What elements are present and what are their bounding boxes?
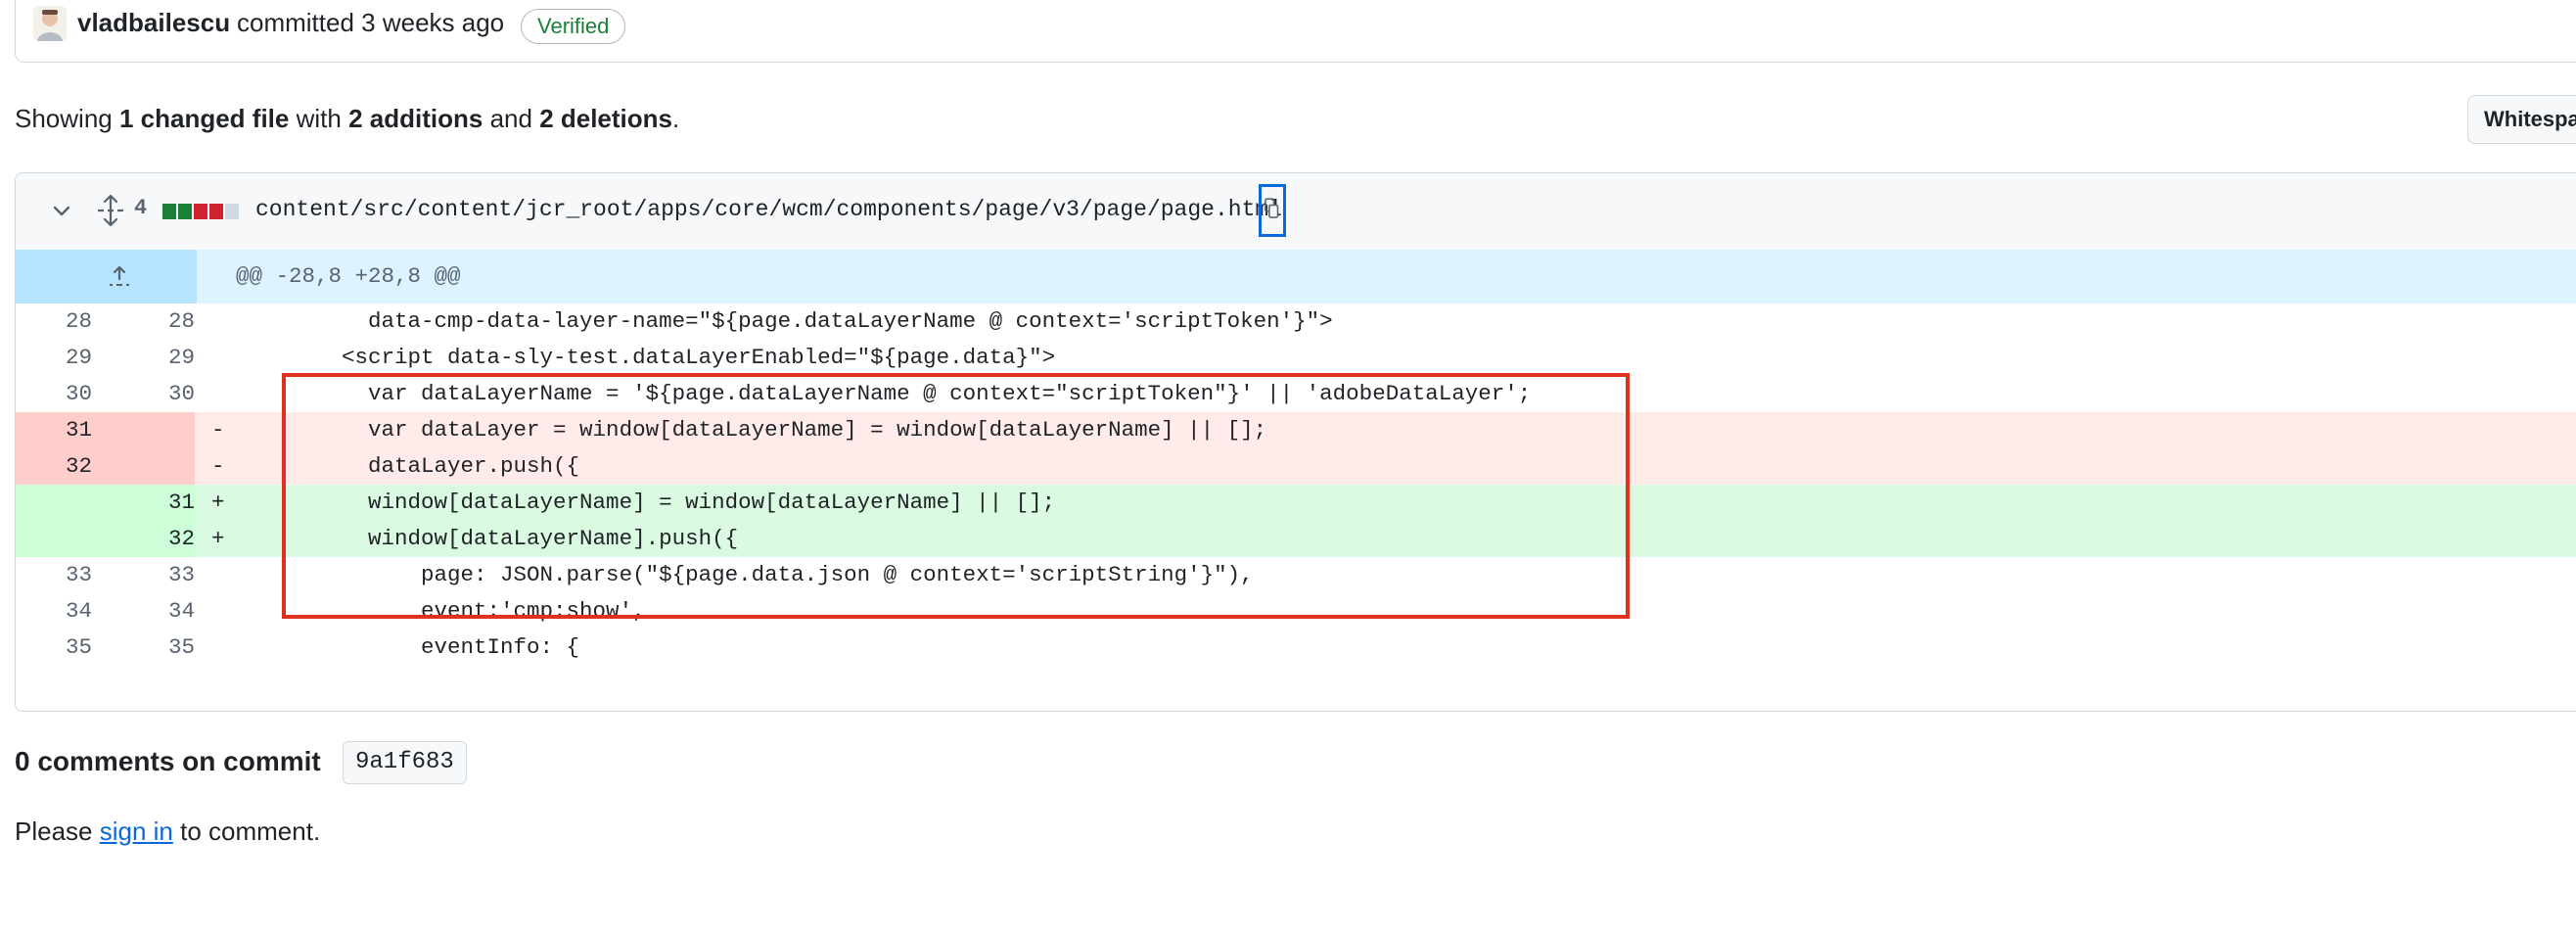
diff-sign: + [211, 490, 225, 515]
old-line-number[interactable] [16, 485, 92, 521]
old-line-number[interactable]: 35 [16, 630, 92, 666]
code-text: eventInfo: { [236, 634, 580, 660]
summary-with: with [296, 104, 342, 133]
diffstat [162, 204, 241, 219]
diff-summary: Showing 1 changed file with 2 additions … [15, 104, 679, 134]
hunk-header: @@ -28,8 +28,8 @@ [236, 263, 461, 289]
expand-all-icon[interactable] [96, 194, 125, 227]
hunk-header-row: @@ -28,8 +28,8 @@ [16, 250, 2576, 304]
new-line-number[interactable]: 33 [92, 557, 195, 593]
old-line-number[interactable]: 31 [16, 412, 92, 448]
diffstat-square [162, 204, 176, 219]
diff-sign: - [211, 453, 225, 479]
summary-suffix: . [672, 104, 680, 133]
diffstat-square [225, 204, 239, 219]
new-line-number[interactable]: 29 [92, 340, 195, 376]
new-line-number[interactable] [92, 448, 195, 485]
summary-files: 1 changed file [118, 104, 290, 133]
commit-author[interactable]: vladbailescu [77, 8, 230, 38]
signin-prompt: Please sign in to comment. [15, 817, 320, 847]
highlight-box [282, 373, 1630, 619]
old-line-number[interactable]: 28 [16, 304, 92, 340]
old-line-number[interactable]: 34 [16, 593, 92, 630]
diff-sign: - [211, 417, 225, 443]
signin-please: Please [15, 817, 93, 846]
new-line-number[interactable]: 30 [92, 376, 195, 412]
expand-up-icon[interactable] [107, 263, 132, 289]
old-line-number[interactable]: 29 [16, 340, 92, 376]
old-line-number[interactable] [16, 521, 92, 557]
new-line-number[interactable] [92, 412, 195, 448]
diff-line-ctx: 35 35 eventInfo: { [16, 630, 2576, 666]
new-line-number[interactable]: 28 [92, 304, 195, 340]
old-line-number[interactable]: 30 [16, 376, 92, 412]
file-header: 4 content/src/content/jcr_root/apps/core… [16, 173, 2576, 251]
file-path[interactable]: content/src/content/jcr_root/apps/core/w… [255, 197, 1282, 222]
diffstat-square [194, 204, 207, 219]
signin-suffix: to comment. [180, 817, 321, 846]
comments-title: 0 comments on commit [15, 746, 321, 776]
summary-prefix: Showing [15, 104, 113, 133]
commit-time: committed 3 weeks ago [237, 8, 505, 37]
verified-badge[interactable]: Verified [521, 9, 626, 44]
diffstat-square [209, 204, 223, 219]
diff-sign: + [211, 526, 225, 551]
summary-deletions: 2 deletions [539, 104, 673, 133]
old-line-number[interactable]: 33 [16, 557, 92, 593]
code-text: <script data-sly-test.dataLayerEnabled="… [236, 345, 1056, 370]
copy-path-icon[interactable] [1259, 184, 1286, 237]
author-avatar[interactable] [33, 6, 67, 41]
commit-sha[interactable]: 9a1f683 [343, 741, 467, 784]
code-text: data-cmp-data-layer-name="${page.dataLay… [236, 308, 1333, 334]
new-line-number[interactable]: 31 [92, 485, 195, 521]
new-line-number[interactable]: 32 [92, 521, 195, 557]
new-line-number[interactable]: 35 [92, 630, 195, 666]
whitespace-button[interactable]: Whitespace [2467, 95, 2576, 144]
change-count: 4 [134, 196, 148, 220]
old-line-number[interactable]: 32 [16, 448, 92, 485]
diffstat-square [178, 204, 192, 219]
sign-in-link[interactable]: sign in [100, 817, 173, 846]
diff-line-ctx: 29 29 <script data-sly-test.dataLayerEnab… [16, 340, 2576, 376]
new-line-number[interactable]: 34 [92, 593, 195, 630]
summary-and: and [489, 104, 532, 133]
diff-line-ctx: 28 28 data-cmp-data-layer-name="${page.da… [16, 304, 2576, 340]
summary-additions: 2 additions [348, 104, 483, 133]
chevron-down-icon[interactable] [51, 201, 72, 222]
